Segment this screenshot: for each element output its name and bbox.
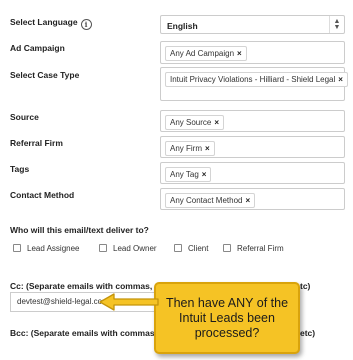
referral-firm-label: Referral Firm (10, 138, 63, 148)
tags-tag: Any Tag × (165, 167, 212, 182)
source-tag-label: Any Source (170, 118, 212, 127)
language-select-value: English (167, 21, 198, 31)
checkbox[interactable] (223, 244, 231, 252)
contact-method-label: Contact Method (10, 190, 75, 200)
referral-firm-tag: Any Firm × (165, 141, 215, 156)
annotation-callout: Then have ANY of the Intuit Leads been p… (154, 282, 300, 354)
chevron-up-down-icon: ▲ ▼ (329, 16, 344, 33)
checkbox-lead-owner[interactable]: Lead Owner (99, 242, 157, 254)
case-type-tag-label: Intuit Privacy Violations - Hilliard - S… (170, 75, 336, 84)
ad-campaign-label: Ad Campaign (10, 43, 65, 53)
checkbox-label: Lead Assignee (27, 243, 80, 253)
checkbox[interactable] (174, 244, 182, 252)
referral-firm-field[interactable]: Any Firm × (160, 136, 345, 158)
case-type-label: Select Case Type (10, 70, 80, 80)
tags-label: Tags (10, 164, 30, 174)
contact-method-field[interactable]: Any Contact Method × (160, 188, 345, 210)
contact-method-tag: Any Contact Method × (165, 193, 256, 208)
source-tag: Any Source × (165, 115, 225, 130)
deliver-to-label: Who will this email/text deliver to? (10, 225, 149, 235)
referral-firm-tag-label: Any Firm (170, 144, 202, 153)
cc-label: Cc: (Separate emails with commas, ex: e (10, 281, 174, 291)
tags-tag-label: Any Tag (170, 170, 199, 179)
remove-tag-icon[interactable]: × (338, 75, 343, 84)
checkbox-referral-firm[interactable]: Referral Firm (223, 242, 284, 254)
checkbox-client[interactable]: Client (174, 242, 208, 254)
remove-tag-icon[interactable]: × (202, 170, 207, 179)
checkbox-label: Client (188, 243, 209, 253)
bcc-label-end: etc) (300, 328, 316, 338)
case-type-field[interactable]: Intuit Privacy Violations - Hilliard - S… (160, 67, 348, 101)
language-select[interactable]: English ▲ ▼ (160, 15, 345, 34)
language-label: Select Language i (10, 17, 92, 30)
arrow-left-icon (99, 293, 159, 311)
bcc-label: Bcc: (Separate emails with commas, ex: (10, 328, 172, 338)
checkbox-label: Lead Owner (113, 243, 157, 253)
remove-tag-icon[interactable]: × (237, 49, 242, 58)
remove-tag-icon[interactable]: × (214, 118, 219, 127)
ad-campaign-tag: Any Ad Campaign × (165, 46, 247, 61)
callout-text: Then have ANY of the Intuit Leads been p… (165, 295, 289, 340)
tags-field[interactable]: Any Tag × (160, 162, 345, 184)
contact-method-tag-label: Any Contact Method (170, 196, 243, 205)
ad-campaign-tag-label: Any Ad Campaign (170, 49, 235, 58)
remove-tag-icon[interactable]: × (245, 196, 250, 205)
remove-tag-icon[interactable]: × (205, 144, 210, 153)
checkbox-lead-assignee[interactable]: Lead Assignee (13, 242, 80, 254)
info-icon[interactable]: i (80, 19, 92, 30)
checkbox[interactable] (99, 244, 107, 252)
source-label: Source (10, 112, 39, 122)
case-type-tag: Intuit Privacy Violations - Hilliard - S… (165, 72, 348, 87)
checkbox-label: Referral Firm (237, 243, 284, 253)
checkbox[interactable] (13, 244, 21, 252)
ad-campaign-field[interactable]: Any Ad Campaign × (160, 41, 345, 64)
cc-label-end: tc) (300, 281, 311, 291)
source-field[interactable]: Any Source × (160, 110, 345, 132)
